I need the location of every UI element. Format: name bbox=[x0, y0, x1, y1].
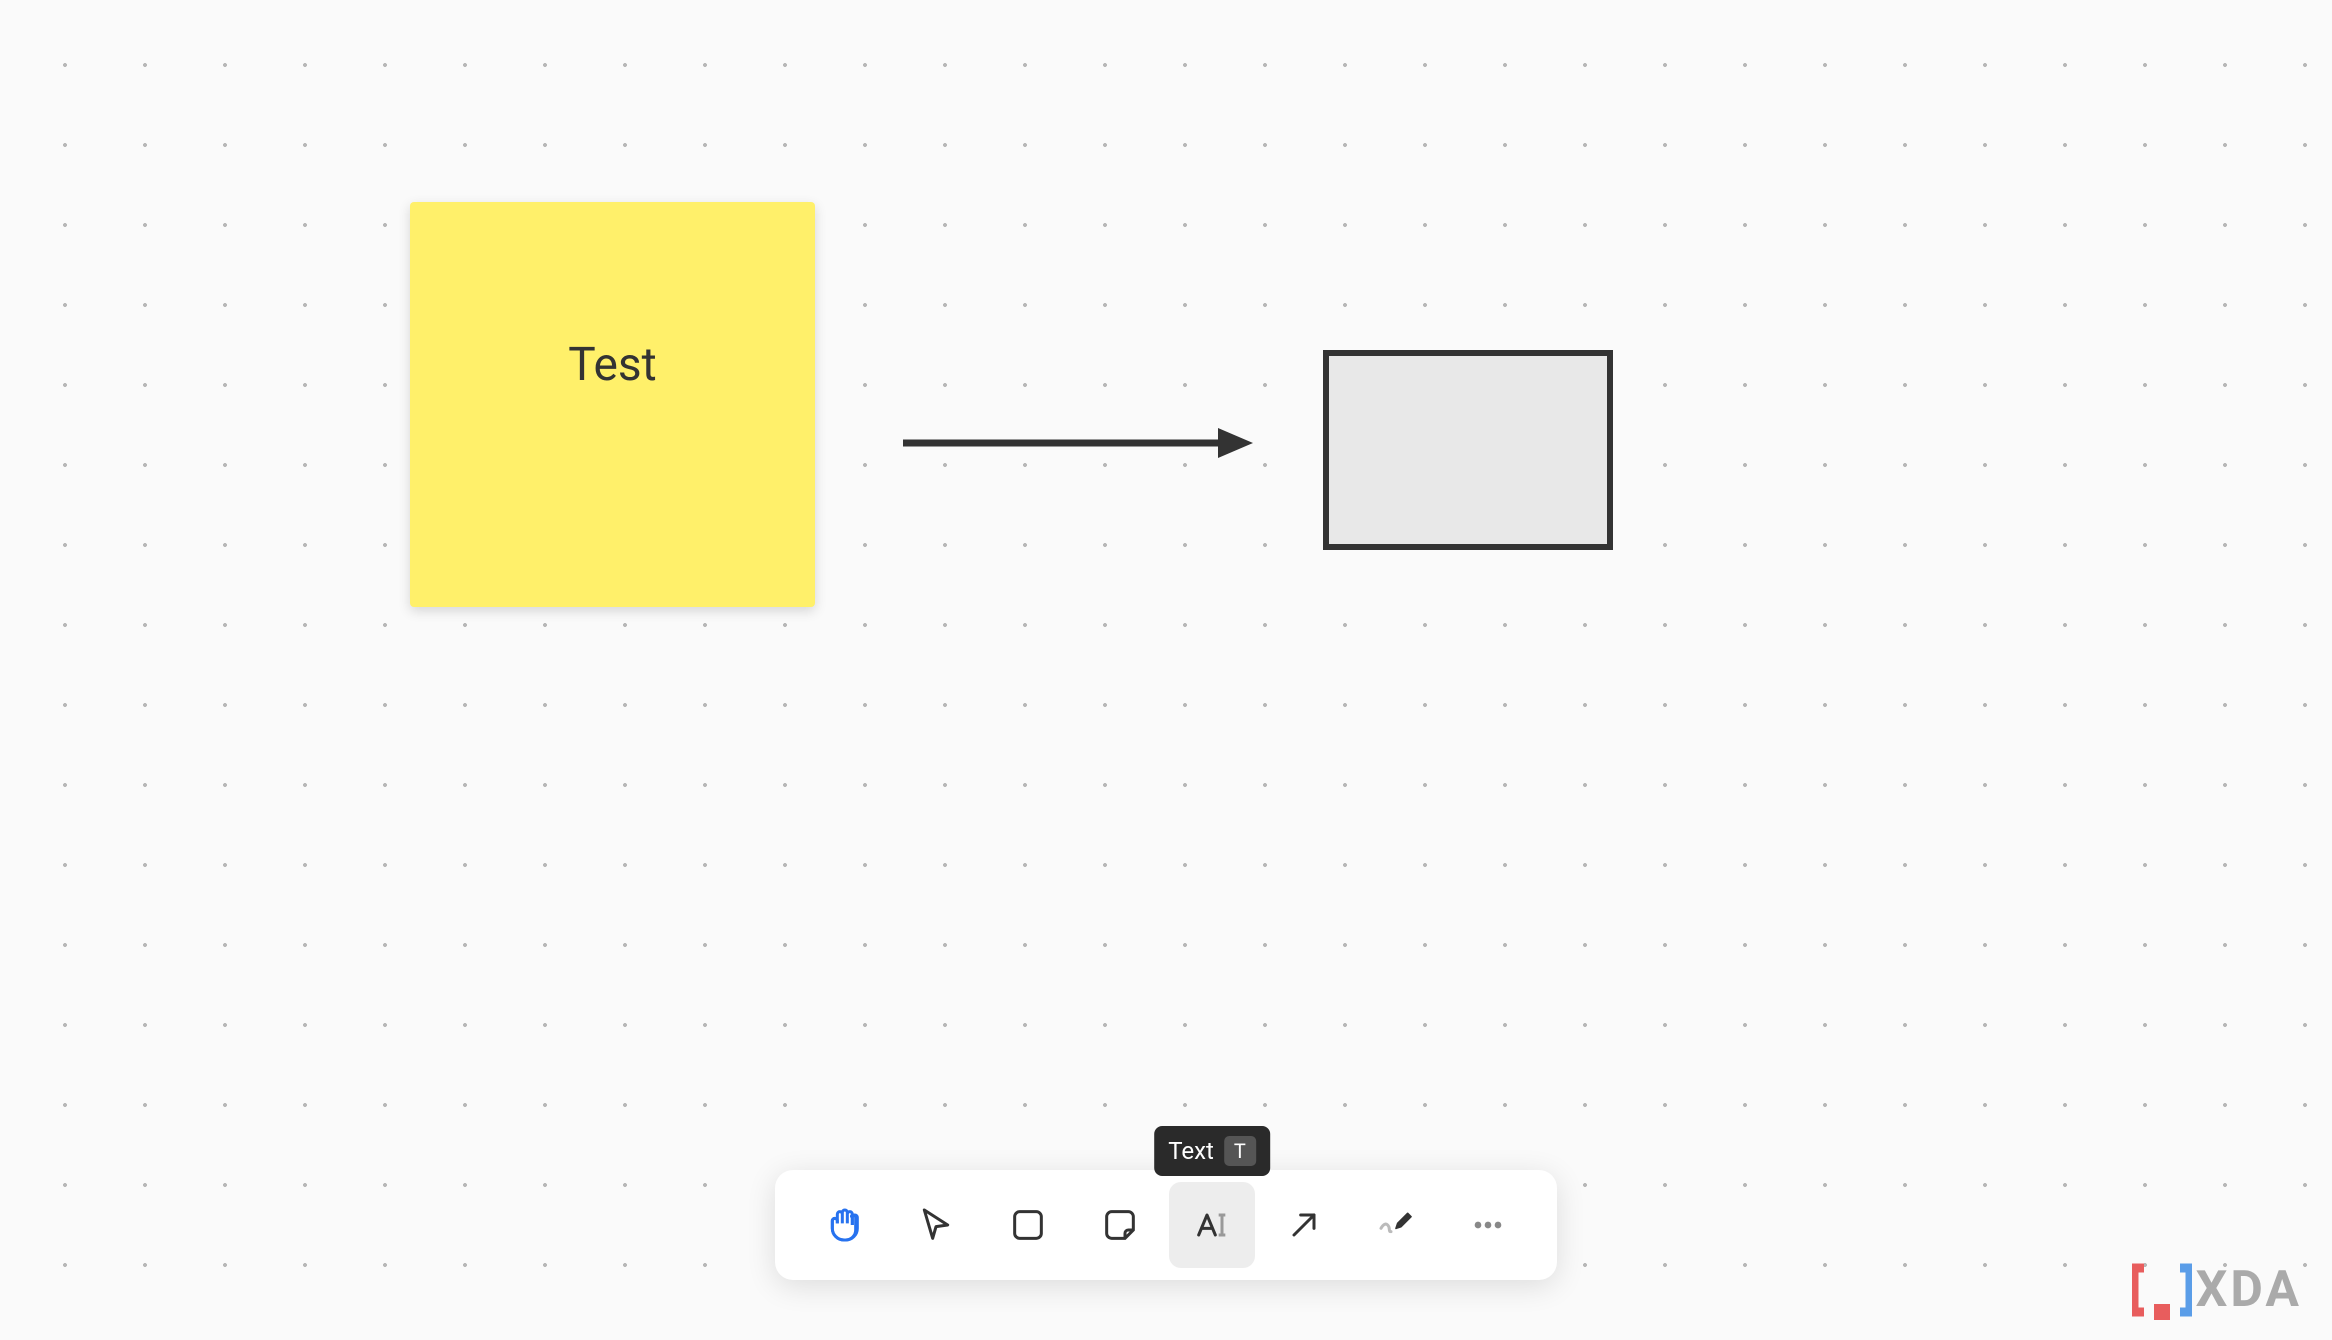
watermark: XDA bbox=[2132, 1260, 2302, 1320]
cursor-icon bbox=[916, 1205, 956, 1245]
tooltip-label: Text bbox=[1168, 1137, 1214, 1165]
sticky-note-text: Test bbox=[568, 338, 656, 392]
rectangle-tool[interactable] bbox=[985, 1182, 1071, 1268]
more-tool[interactable] bbox=[1445, 1182, 1531, 1268]
select-tool[interactable] bbox=[893, 1182, 979, 1268]
more-icon bbox=[1468, 1205, 1508, 1245]
arrow-icon bbox=[1284, 1205, 1324, 1245]
tooltip-shortcut: T bbox=[1224, 1136, 1256, 1166]
pencil-icon bbox=[1376, 1205, 1416, 1245]
tooltip: Text T bbox=[1154, 1126, 1270, 1176]
text-icon bbox=[1192, 1205, 1232, 1245]
watermark-text: XDA bbox=[2196, 1261, 2302, 1319]
hand-icon bbox=[824, 1205, 864, 1245]
note-tool[interactable] bbox=[1077, 1182, 1163, 1268]
toolbar: Text T bbox=[775, 1170, 1557, 1280]
whiteboard-canvas[interactable]: Test bbox=[0, 0, 2332, 1340]
text-tool[interactable]: Text T bbox=[1169, 1182, 1255, 1268]
hand-tool[interactable] bbox=[801, 1182, 887, 1268]
sticky-note[interactable]: Test bbox=[410, 202, 815, 607]
draw-tool[interactable] bbox=[1353, 1182, 1439, 1268]
rectangle-shape[interactable] bbox=[1323, 350, 1613, 550]
arrow-shape[interactable] bbox=[898, 428, 1258, 458]
watermark-bracket-icon bbox=[2132, 1260, 2192, 1320]
note-icon bbox=[1100, 1205, 1140, 1245]
rectangle-icon bbox=[1008, 1205, 1048, 1245]
arrow-tool[interactable] bbox=[1261, 1182, 1347, 1268]
